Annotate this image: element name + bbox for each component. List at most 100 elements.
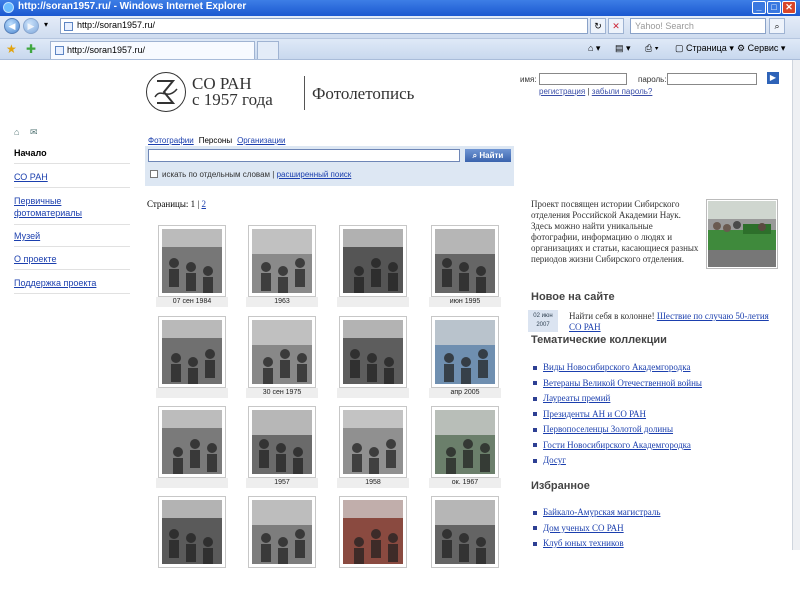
add-favorites-icon[interactable]: ✚ (26, 42, 36, 56)
photo-thumbnail[interactable] (248, 316, 316, 388)
forward-arrow-icon[interactable]: ▶ (23, 18, 39, 34)
photo-caption (337, 388, 409, 398)
separate-words-checkbox[interactable] (150, 170, 158, 178)
login-arrow-button[interactable]: ▶ (767, 72, 779, 84)
photo-thumbnail[interactable] (431, 225, 499, 297)
site-logo[interactable] (146, 72, 186, 112)
sidebar-item-start[interactable]: Начало (14, 148, 47, 158)
photo-thumbnail[interactable] (158, 225, 226, 297)
print-icon[interactable]: ⎙ ▾ (645, 43, 658, 54)
photo-thumbnail[interactable] (158, 316, 226, 388)
collections-item: Первопоселенцы Золотой долины (533, 424, 673, 434)
collections-item: Виды Новосибирского Академгородка (533, 362, 690, 372)
collections-link[interactable]: Досуг (543, 455, 566, 465)
tab-title: http://soran1957.ru/ (67, 45, 146, 55)
favorites-link[interactable]: Дом ученых СО РАН (543, 523, 624, 533)
favorites-star-icon[interactable]: ★ (6, 42, 17, 56)
feeds-icon[interactable]: ▤ ▾ (615, 43, 631, 54)
collections-link[interactable]: Гости Новосибирского Академгородка (543, 440, 691, 450)
favorites-item: Дом ученых СО РАН (533, 523, 624, 533)
favorites-link[interactable]: Клуб юных техников (543, 538, 624, 548)
search-icon[interactable]: ⌕ (769, 18, 785, 34)
login-password-input[interactable] (667, 73, 757, 85)
featured-photo[interactable] (706, 199, 778, 269)
nav-divider (14, 224, 130, 225)
photo-thumbnail[interactable] (158, 406, 226, 478)
photo-caption: 07 сен 1984 (156, 297, 228, 307)
sidebar-item-about[interactable]: О проекте (14, 254, 56, 264)
browser-tab[interactable]: http://soran1957.ru/ (50, 41, 255, 59)
ie-logo-icon (3, 2, 14, 13)
home-icon[interactable]: ⌂ ▾ (588, 43, 600, 54)
photo-image (252, 229, 312, 293)
news-item: Найти себя в колонне! Шествие по случаю … (569, 311, 769, 333)
refresh-icon[interactable]: ↻ (590, 18, 606, 34)
name-label: имя: (520, 75, 537, 84)
photo-caption: апр 2005 (429, 388, 501, 398)
vertical-scrollbar[interactable] (792, 60, 800, 550)
find-button[interactable]: ⌕ Найти (465, 149, 511, 162)
collections-link[interactable]: Лауреаты премий (543, 393, 610, 403)
page-1: 1 (190, 199, 196, 209)
collections-link[interactable]: Виды Новосибирского Академгородка (543, 362, 690, 372)
project-description: Проект посвящен истории Сибирского отдел… (531, 199, 699, 264)
home-small-icon[interactable]: ⌂ (14, 127, 19, 137)
minimize-button[interactable]: _ (752, 1, 766, 14)
brand-section-title: Фотолетопись (312, 84, 415, 103)
photo-thumbnail[interactable] (248, 406, 316, 478)
photo-caption: 1957 (246, 478, 318, 488)
tab-organizations[interactable]: Организации (237, 136, 285, 145)
photo-thumbnail[interactable] (248, 225, 316, 297)
nav-divider (14, 187, 130, 188)
address-field[interactable]: http://soran1957.ru/ (60, 18, 588, 34)
register-link[interactable]: регистрация (539, 87, 585, 96)
login-name-input[interactable] (539, 73, 627, 85)
photo-thumbnail[interactable] (158, 496, 226, 568)
nav-divider (14, 246, 130, 247)
forgot-password-link[interactable]: забыли пароль? (592, 87, 653, 96)
stop-icon[interactable]: ✕ (608, 18, 624, 34)
favorites-item: Клуб юных техников (533, 538, 624, 548)
address-toolbar: ◀ ▶ ▾ http://soran1957.ru/ ↻ ✕ Yahoo! Se… (0, 16, 800, 39)
sidebar-item-support[interactable]: Поддержка проекта (14, 278, 96, 288)
sidebar-item-museum[interactable]: Музей (14, 231, 40, 241)
tab-persons[interactable]: Персоны (199, 136, 232, 145)
collections-link[interactable]: Президенты АН и СО РАН (543, 409, 646, 419)
page-2-link[interactable]: 2 (201, 199, 206, 209)
search-input[interactable]: Yahoo! Search (630, 18, 766, 34)
collections-link[interactable]: Первопоселенцы Золотой долины (543, 424, 673, 434)
back-arrow-icon[interactable]: ◀ (4, 18, 20, 34)
photo-thumbnail[interactable] (431, 496, 499, 568)
photo-image (435, 229, 495, 293)
mail-icon[interactable]: ✉ (30, 127, 38, 138)
favorites-link[interactable]: Байкало-Амурская магистраль (543, 507, 660, 517)
sidebar-item-primary-photos[interactable]: Первичные фотоматериалы (14, 195, 124, 219)
news-text: Найти себя в колонне! (569, 311, 655, 321)
photo-thumbnail[interactable] (431, 316, 499, 388)
photo-thumbnail[interactable] (431, 406, 499, 478)
page-menu[interactable]: ▢ Страница ▾ (675, 43, 734, 54)
site-search-input[interactable] (148, 149, 460, 162)
maximize-button[interactable]: □ (767, 1, 781, 14)
tab-photos[interactable]: Фотографии (148, 136, 194, 145)
photo-thumbnail[interactable] (339, 406, 407, 478)
close-button[interactable]: ✕ (782, 1, 796, 14)
nav-divider (14, 293, 130, 294)
search-tabs: Фотографии Персоны Организации (148, 136, 290, 145)
new-tab-button[interactable] (257, 41, 279, 59)
history-dropdown-icon[interactable]: ▾ (44, 20, 48, 29)
photo-caption (156, 388, 228, 398)
tools-menu[interactable]: ⚙ Сервис ▾ (737, 43, 785, 54)
advanced-search-link[interactable]: расширенный поиск (277, 170, 352, 179)
photo-thumbnail[interactable] (339, 225, 407, 297)
logo-sigma-icon (154, 80, 178, 104)
photo-thumbnail[interactable] (248, 496, 316, 568)
header-divider (304, 76, 305, 110)
photo-thumbnail[interactable] (339, 496, 407, 568)
photo-image (435, 410, 495, 474)
photo-thumbnail[interactable] (339, 316, 407, 388)
photo-image (252, 500, 312, 564)
sidebar-item-soran[interactable]: СО РАН (14, 172, 48, 182)
photo-caption: 1963 (246, 297, 318, 307)
collections-link[interactable]: Ветераны Великой Отечественной войны (543, 378, 702, 388)
